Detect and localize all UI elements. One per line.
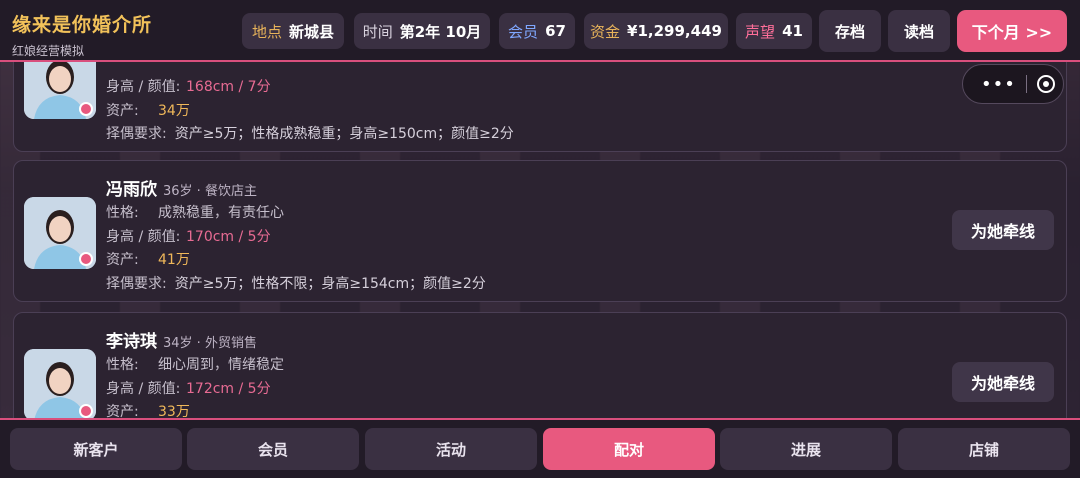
height-looks-value: 168cm / 7分 bbox=[186, 79, 271, 95]
requirements-label: 择偶要求: bbox=[106, 276, 167, 292]
height-looks-value: 172cm / 5分 bbox=[186, 381, 271, 397]
assets-value: 41万 bbox=[158, 252, 190, 268]
personality-label: 性格: bbox=[106, 357, 139, 373]
personality-row: 性格: 细心周到，情绪稳定 bbox=[106, 354, 284, 374]
members-value: 67 bbox=[545, 22, 566, 40]
candidate-meta: 36岁 · 餐饮店主 bbox=[163, 184, 257, 199]
personality-value: 成熟稳重，有责任心 bbox=[158, 205, 284, 221]
members-label: 会员 bbox=[508, 22, 539, 41]
reputation-stat: 声望 41 bbox=[736, 13, 812, 49]
assets-label: 资产: bbox=[106, 103, 139, 119]
app-subtitle: 红娘经营模拟 bbox=[12, 44, 85, 58]
requirements-row: 择偶要求: 资产≥5万；性格成熟稳重；身高≥150cm；颜值≥2分 bbox=[106, 123, 514, 143]
location-pin-icon bbox=[79, 252, 93, 266]
reputation-value: 41 bbox=[782, 22, 803, 40]
reputation-label: 声望 bbox=[745, 22, 776, 41]
requirements-label: 择偶要求: bbox=[106, 126, 167, 142]
candidate-header: 李诗琪 34岁 · 外贸销售 bbox=[106, 327, 257, 352]
requirements-row: 择偶要求: 资产≥5万；性格不限；身高≥154cm；颜值≥2分 bbox=[106, 273, 486, 293]
requirements-value: 资产≥5万；性格成熟稳重；身高≥150cm；颜值≥2分 bbox=[174, 126, 514, 142]
assets-label: 资产: bbox=[106, 252, 139, 268]
height-looks-label: 身高 / 颜值: bbox=[106, 381, 181, 397]
candidate-list[interactable]: 身高 / 颜值: 168cm / 7分 资产: 34万 择偶要求: 资产≥5万；性格成… bbox=[0, 0, 1080, 478]
height-looks-label: 身高 / 颜值: bbox=[106, 229, 181, 245]
time-label: 时间 bbox=[362, 22, 393, 41]
tab-shop[interactable]: 店铺 bbox=[898, 428, 1070, 470]
mini-program-capsule[interactable]: ••• bbox=[962, 64, 1064, 104]
candidate-name: 冯雨欣 bbox=[106, 180, 157, 200]
avatar bbox=[24, 197, 96, 269]
funds-stat: 资金 ¥1,299,449 bbox=[584, 13, 728, 49]
brand: 缘来是你婚介所 红娘经营模拟 bbox=[12, 10, 152, 59]
candidate-card: 冯雨欣 36岁 · 餐饮店主 性格: 成熟稳重，有责任心 身高 / 颜值: 170cm… bbox=[13, 160, 1067, 302]
assets-value: 34万 bbox=[158, 103, 190, 119]
tab-members[interactable]: 会员 bbox=[187, 428, 359, 470]
location-pin-icon bbox=[79, 102, 93, 116]
candidate-header: 冯雨欣 36岁 · 餐饮店主 bbox=[106, 175, 257, 200]
members-stat: 会员 67 bbox=[499, 13, 575, 49]
candidate-name: 李诗琪 bbox=[106, 332, 157, 352]
tab-new-clients[interactable]: 新客户 bbox=[10, 428, 182, 470]
app-title: 缘来是你婚介所 bbox=[12, 14, 153, 36]
capsule-divider bbox=[1025, 75, 1027, 93]
location-label: 地点 bbox=[251, 22, 282, 41]
load-button[interactable]: 读档 bbox=[888, 10, 950, 52]
candidate-meta: 34岁 · 外贸销售 bbox=[163, 336, 257, 351]
avatar bbox=[24, 349, 96, 421]
top-bar: 缘来是你婚介所 红娘经营模拟 地点 新城县 时间 第2年 10月 会员 67 资金 ¥1… bbox=[0, 0, 1080, 62]
tab-matching[interactable]: 配对 bbox=[543, 428, 715, 470]
tab-events[interactable]: 活动 bbox=[365, 428, 537, 470]
assets-row: 资产: 41万 bbox=[106, 249, 190, 269]
requirements-value: 资产≥5万；性格不限；身高≥154cm；颜值≥2分 bbox=[174, 276, 486, 292]
location-value: 新城县 bbox=[289, 22, 335, 41]
height-looks-row: 身高 / 颜值: 168cm / 7分 bbox=[106, 76, 271, 96]
time-value: 第2年 10月 bbox=[399, 22, 482, 41]
match-button[interactable]: 为她牵线 bbox=[952, 210, 1054, 250]
personality-row: 性格: 成熟稳重，有责任心 bbox=[106, 202, 284, 222]
location-pin-icon bbox=[79, 404, 93, 418]
more-icon[interactable]: ••• bbox=[981, 74, 1016, 95]
bottom-nav: 新客户 会员 活动 配对 进展 店铺 bbox=[0, 418, 1080, 478]
time-stat: 时间 第2年 10月 bbox=[354, 13, 490, 49]
funds-label: 资金 bbox=[590, 22, 621, 41]
save-button[interactable]: 存档 bbox=[819, 10, 881, 52]
height-looks-row: 身高 / 颜值: 172cm / 5分 bbox=[106, 378, 271, 398]
match-button[interactable]: 为她牵线 bbox=[952, 362, 1054, 402]
funds-value: ¥1,299,449 bbox=[627, 22, 722, 40]
height-looks-label: 身高 / 颜值: bbox=[106, 79, 181, 95]
assets-row: 资产: 34万 bbox=[106, 100, 190, 120]
location-stat: 地点 新城县 bbox=[242, 13, 344, 49]
personality-value: 细心周到，情绪稳定 bbox=[158, 357, 284, 373]
close-target-icon[interactable] bbox=[1036, 75, 1055, 93]
tab-progress[interactable]: 进展 bbox=[720, 428, 892, 470]
height-looks-row: 身高 / 颜值: 170cm / 5分 bbox=[106, 226, 271, 246]
height-looks-value: 170cm / 5分 bbox=[186, 229, 271, 245]
next-month-button[interactable]: 下个月 >> bbox=[957, 10, 1067, 52]
personality-label: 性格: bbox=[106, 205, 139, 221]
